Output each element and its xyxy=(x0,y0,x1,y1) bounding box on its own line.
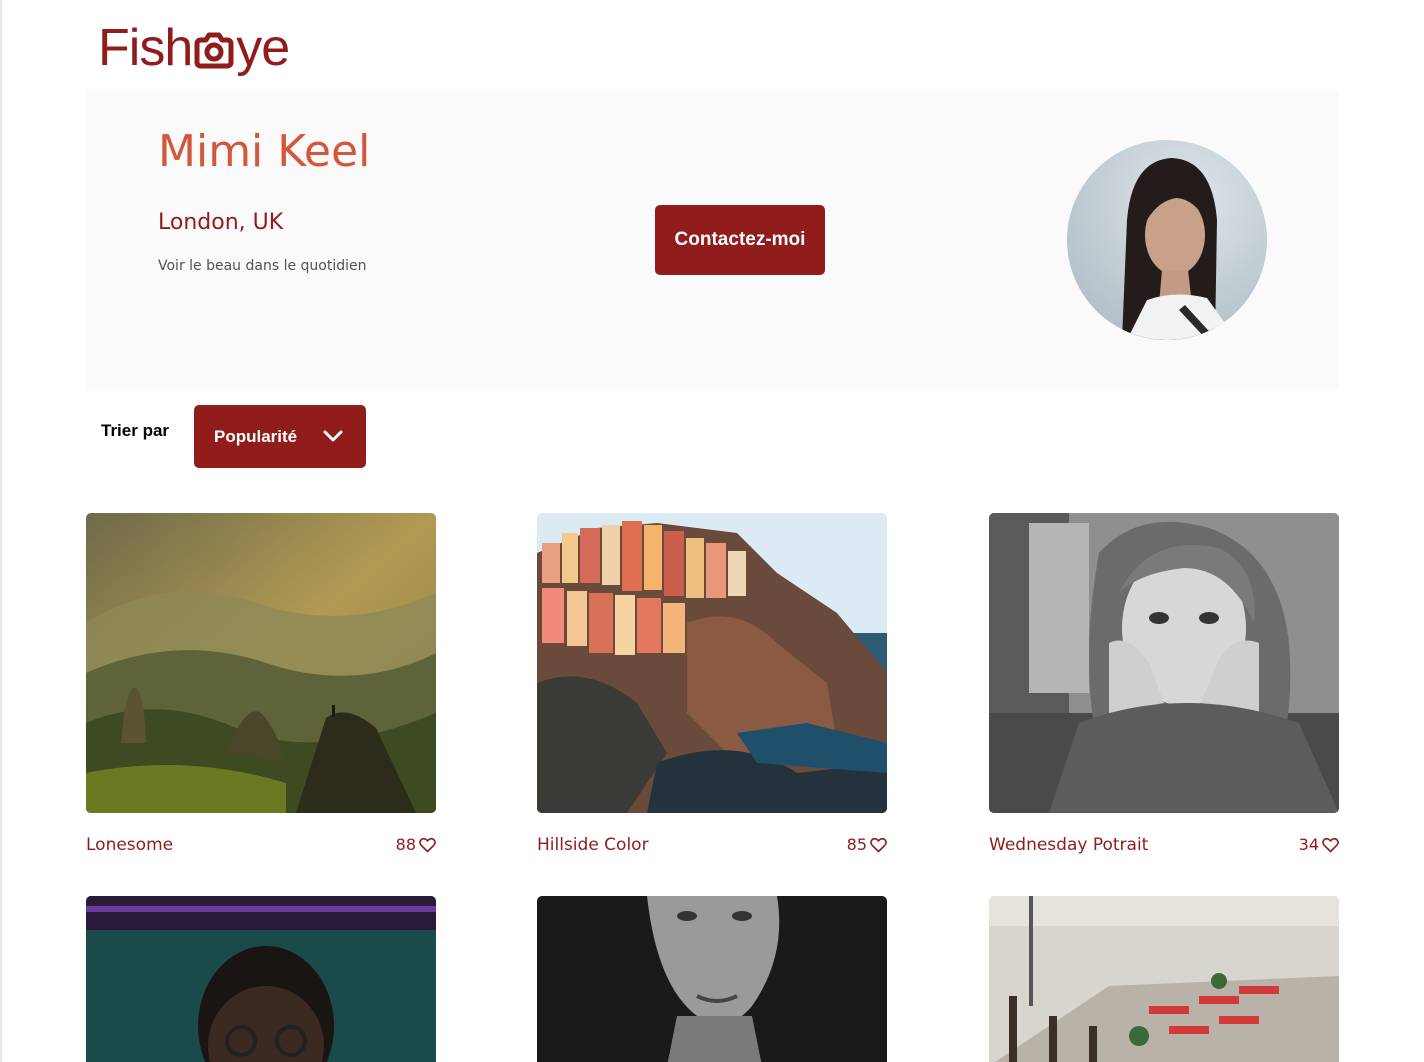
media-thumbnail[interactable] xyxy=(537,896,887,1062)
camera-icon xyxy=(194,32,234,69)
sort-selected-value: Popularité xyxy=(214,426,298,446)
photographer-avatar xyxy=(1067,140,1267,340)
media-card: Hillside Color 85 xyxy=(537,513,887,855)
heart-icon[interactable] xyxy=(419,837,436,853)
contact-button[interactable]: Contactez-moi xyxy=(655,205,825,275)
heart-icon[interactable] xyxy=(1322,837,1339,853)
sort-label: Trier par xyxy=(101,421,170,440)
media-thumbnail[interactable] xyxy=(537,513,887,813)
media-likes-count: 85 xyxy=(846,835,867,854)
heart-icon[interactable] xyxy=(870,837,887,853)
logo-text-end: ye xyxy=(236,19,290,77)
sort-dropdown[interactable]: Popularité xyxy=(194,405,366,468)
portrait-avatar xyxy=(1067,140,1267,340)
media-card: Wednesday Potrait 34 xyxy=(989,513,1339,855)
media-likes-count: 34 xyxy=(1298,835,1319,854)
media-card xyxy=(989,896,1339,1062)
media-meta: Wednesday Potrait 34 xyxy=(989,835,1339,857)
window-edge xyxy=(0,0,2,1062)
chevron-down-icon xyxy=(323,430,343,442)
media-card: Lonesome 88 xyxy=(86,513,436,855)
media-thumbnail[interactable] xyxy=(86,896,436,1062)
media-meta: Lonesome 88 xyxy=(86,835,436,857)
media-likes-count: 88 xyxy=(395,835,416,854)
fisheye-logo[interactable]: Fish ye xyxy=(98,18,290,78)
media-card xyxy=(86,896,436,1062)
photographer-location: London, UK xyxy=(158,210,284,235)
media-meta: Hillside Color 85 xyxy=(537,835,887,857)
media-title: Lonesome xyxy=(86,835,174,855)
photographer-header: Mimi Keel London, UK Voir le beau dans l… xyxy=(86,90,1339,390)
media-card xyxy=(537,896,887,1062)
media-title: Wednesday Potrait xyxy=(989,835,1149,855)
media-thumbnail[interactable] xyxy=(989,896,1339,1062)
media-thumbnail[interactable] xyxy=(86,513,436,813)
logo-text-start: Fish xyxy=(98,19,193,77)
photographer-tagline: Voir le beau dans le quotidien xyxy=(158,258,367,274)
media-title: Hillside Color xyxy=(537,835,649,855)
media-thumbnail[interactable] xyxy=(989,513,1339,813)
photographer-name: Mimi Keel xyxy=(158,126,371,177)
